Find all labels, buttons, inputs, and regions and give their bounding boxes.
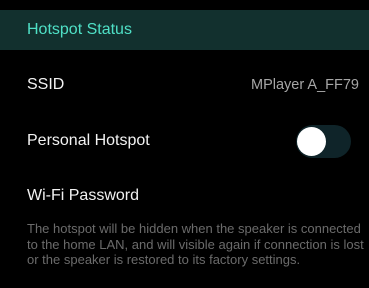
toggle-knob — [297, 127, 326, 156]
section-title: Hotspot Status — [27, 21, 132, 38]
ssid-value: MPlayer A_FF79 — [251, 77, 359, 93]
personal-hotspot-label: Personal Hotspot — [27, 132, 150, 149]
hotspot-status-screen: Hotspot Status SSID MPlayer A_FF79 Perso… — [0, 0, 369, 288]
wifi-password-label: Wi-Fi Password — [27, 187, 140, 204]
ssid-label: SSID — [27, 76, 65, 93]
hotspot-description: The hotspot will be hidden when the spea… — [27, 221, 364, 267]
section-header: Hotspot Status — [0, 10, 369, 50]
personal-hotspot-toggle[interactable] — [296, 125, 351, 158]
